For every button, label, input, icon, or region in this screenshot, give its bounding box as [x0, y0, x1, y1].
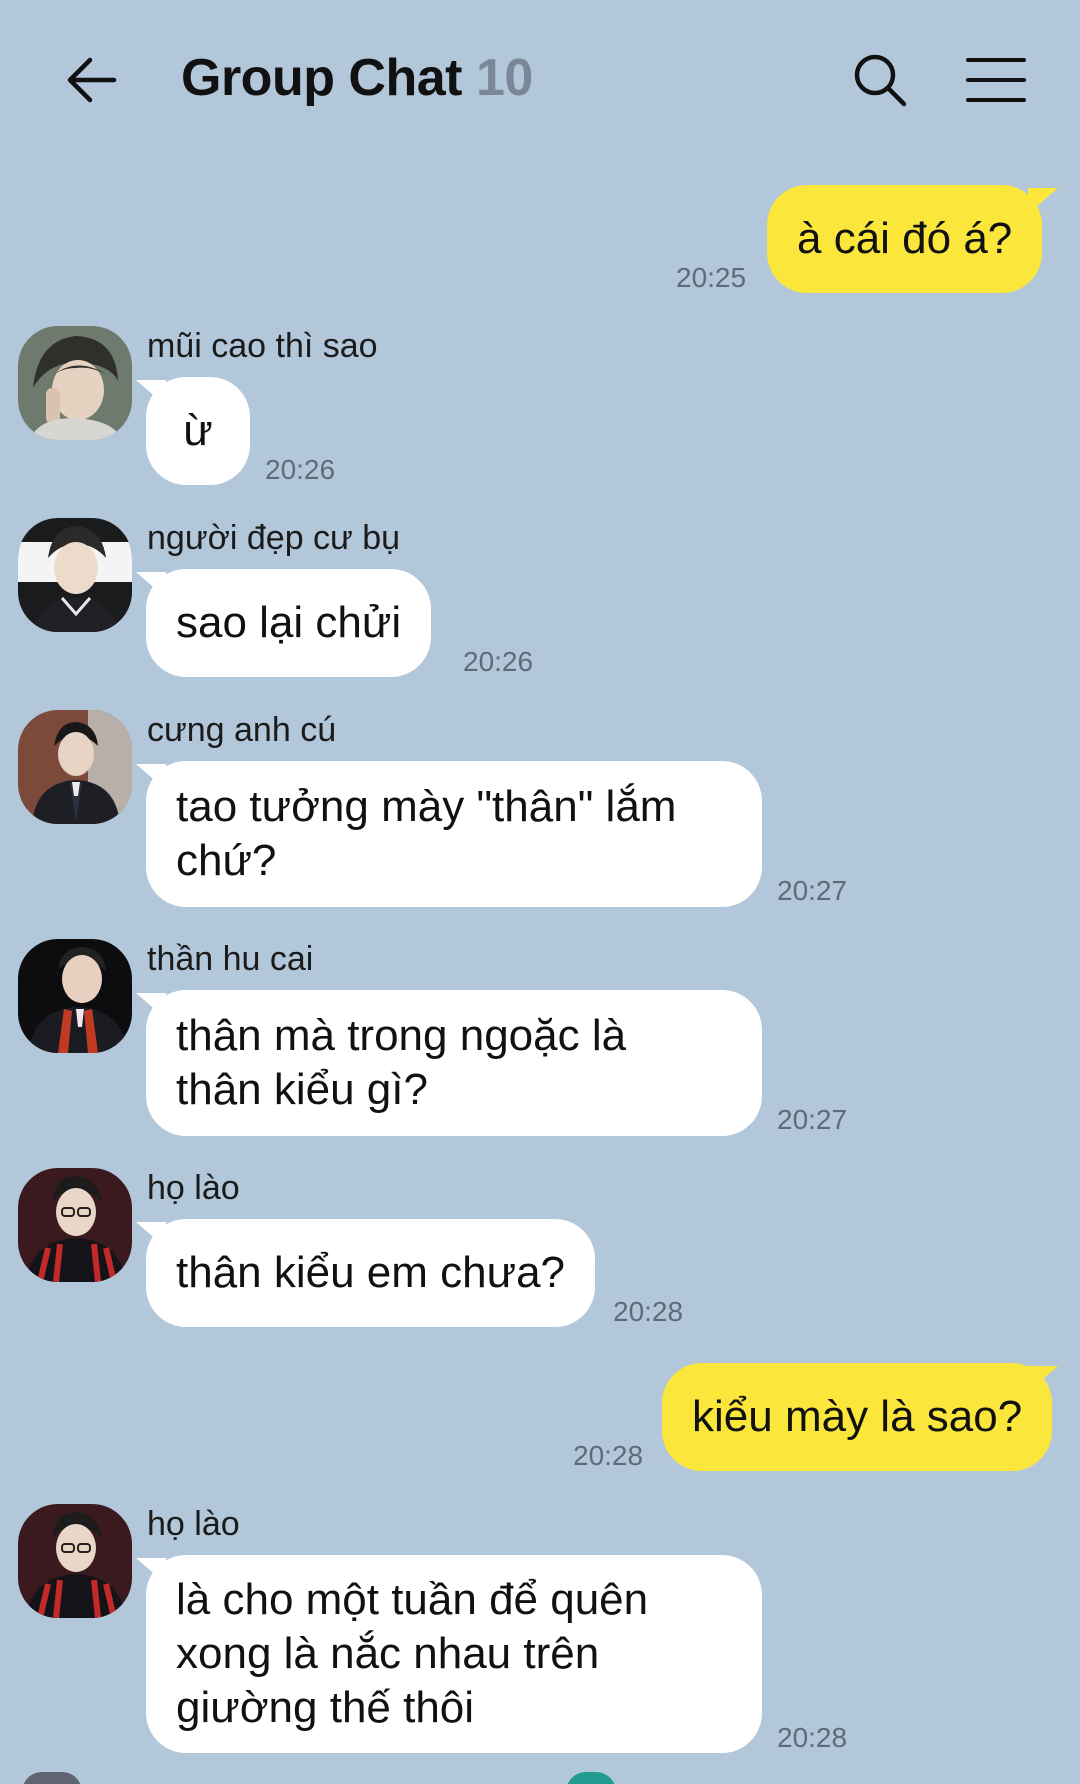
- sender-name: họ lào: [147, 1169, 240, 1207]
- avatar[interactable]: [18, 710, 132, 824]
- sender-name: mũi cao thì sao: [147, 327, 378, 365]
- avatar[interactable]: [18, 939, 132, 1053]
- message-text: ừ: [183, 406, 213, 455]
- outgoing-message-bubble[interactable]: kiểu mày là sao?: [662, 1363, 1053, 1471]
- incoming-message-bubble[interactable]: là cho một tuần để quên xong là nắc nhau…: [146, 1555, 762, 1753]
- sender-name: người đẹp cư bụ: [147, 519, 401, 557]
- avatar[interactable]: [18, 326, 132, 440]
- avatar[interactable]: [18, 1168, 132, 1282]
- message-text: kiểu mày là sao?: [692, 1392, 1023, 1441]
- bubble-tail: [136, 993, 166, 1019]
- next-avatar-peek: [22, 1772, 82, 1784]
- sender-name: cưng anh cú: [147, 711, 337, 749]
- bubble-tail: [136, 1558, 166, 1584]
- bubble-tail: [136, 380, 166, 406]
- message-text: sao lại chửi: [176, 598, 402, 647]
- message-time: 20:26: [463, 646, 534, 677]
- sender-name: họ lào: [147, 1505, 240, 1543]
- bubble-tail: [136, 1222, 166, 1248]
- bubble-tail: [136, 572, 166, 598]
- message-time: 20:25: [676, 262, 747, 293]
- sender-name: thần hu cai: [147, 940, 314, 978]
- message-text: tao tưởng mày "thân" lắm chứ?: [176, 782, 677, 885]
- message-time: 20:26: [265, 454, 336, 485]
- incoming-message-bubble[interactable]: tao tưởng mày "thân" lắm chứ?: [146, 761, 762, 907]
- avatar[interactable]: [18, 1504, 132, 1618]
- message-time: 20:28: [613, 1296, 684, 1327]
- message-time: 20:28: [777, 1722, 848, 1753]
- avatar[interactable]: [18, 518, 132, 632]
- message-time: 20:28: [573, 1440, 644, 1471]
- bubble-tail: [1028, 188, 1058, 214]
- message-list[interactable]: à cái đó á? 20:25 mũi cao thì sao ừ 20:2…: [0, 0, 1080, 1784]
- incoming-message-bubble[interactable]: thân mà trong ngoặc là thân kiểu gì?: [146, 990, 762, 1136]
- message-time: 20:27: [777, 1104, 848, 1135]
- chat-screen: Group Chat 10 à cái đó á? 20:25 mũi cao …: [0, 0, 1080, 1784]
- message-text: à cái đó á?: [797, 214, 1013, 263]
- incoming-message-bubble[interactable]: sao lại chửi: [146, 569, 432, 677]
- message-text: thân mà trong ngoặc là thân kiểu gì?: [176, 1011, 627, 1114]
- bubble-tail: [1028, 1366, 1058, 1392]
- incoming-message-bubble[interactable]: thân kiểu em chưa?: [146, 1219, 596, 1327]
- message-time: 20:27: [777, 875, 848, 906]
- outgoing-message-bubble[interactable]: à cái đó á?: [767, 185, 1043, 293]
- next-item-peek: [566, 1772, 616, 1784]
- message-text: thân kiểu em chưa?: [176, 1248, 566, 1297]
- bubble-tail: [136, 764, 166, 790]
- message-text: là cho một tuần để quên xong là nắc nhau…: [176, 1575, 649, 1732]
